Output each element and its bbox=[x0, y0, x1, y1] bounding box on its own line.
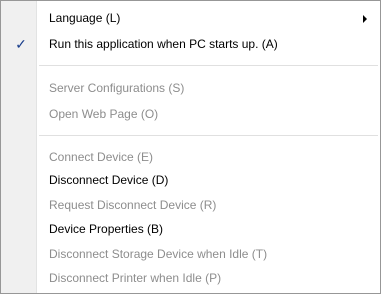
menu-item-label: Language (L) bbox=[49, 11, 121, 25]
menu-item-language[interactable]: Language (L) bbox=[1, 7, 380, 29]
menu-item-label: Request Disconnect Device (R) bbox=[49, 198, 217, 212]
menu-item-label: Disconnect Storage Device when Idle (T) bbox=[49, 247, 268, 261]
menu-item-request-disconnect-device[interactable]: Request Disconnect Device (R) bbox=[1, 194, 380, 216]
menu-item-connect-device[interactable]: Connect Device (E) bbox=[1, 146, 380, 168]
menu-item-disconnect-printer-when-idle[interactable]: Disconnect Printer when Idle (P) bbox=[1, 267, 380, 289]
menu-item-label: Server Configurations (S) bbox=[49, 81, 185, 95]
menu-separator-highlight bbox=[39, 136, 378, 137]
context-menu: Language (L) ✓ Run this application when… bbox=[0, 0, 381, 294]
menu-item-label: Run this application when PC starts up. … bbox=[49, 37, 278, 51]
menu-item-device-properties[interactable]: Device Properties (B) bbox=[1, 218, 380, 240]
menu-item-label: Device Properties (B) bbox=[49, 222, 164, 236]
menu-item-disconnect-device[interactable]: Disconnect Device (D) bbox=[1, 169, 380, 191]
submenu-arrow-icon bbox=[363, 15, 367, 23]
menu-item-run-at-startup[interactable]: ✓ Run this application when PC starts up… bbox=[1, 33, 380, 55]
check-icon: ✓ bbox=[15, 36, 27, 52]
menu-item-label: Disconnect Printer when Idle (P) bbox=[49, 271, 222, 285]
menu-item-label: Open Web Page (O) bbox=[49, 107, 159, 121]
menu-item-server-configurations[interactable]: Server Configurations (S) bbox=[1, 77, 380, 99]
menu-item-disconnect-storage-when-idle[interactable]: Disconnect Storage Device when Idle (T) bbox=[1, 243, 380, 265]
menu-separator-highlight bbox=[39, 66, 378, 67]
menu-item-label: Connect Device (E) bbox=[49, 150, 154, 164]
menu-item-open-web-page[interactable]: Open Web Page (O) bbox=[1, 103, 380, 125]
menu-item-label: Disconnect Device (D) bbox=[49, 173, 169, 187]
